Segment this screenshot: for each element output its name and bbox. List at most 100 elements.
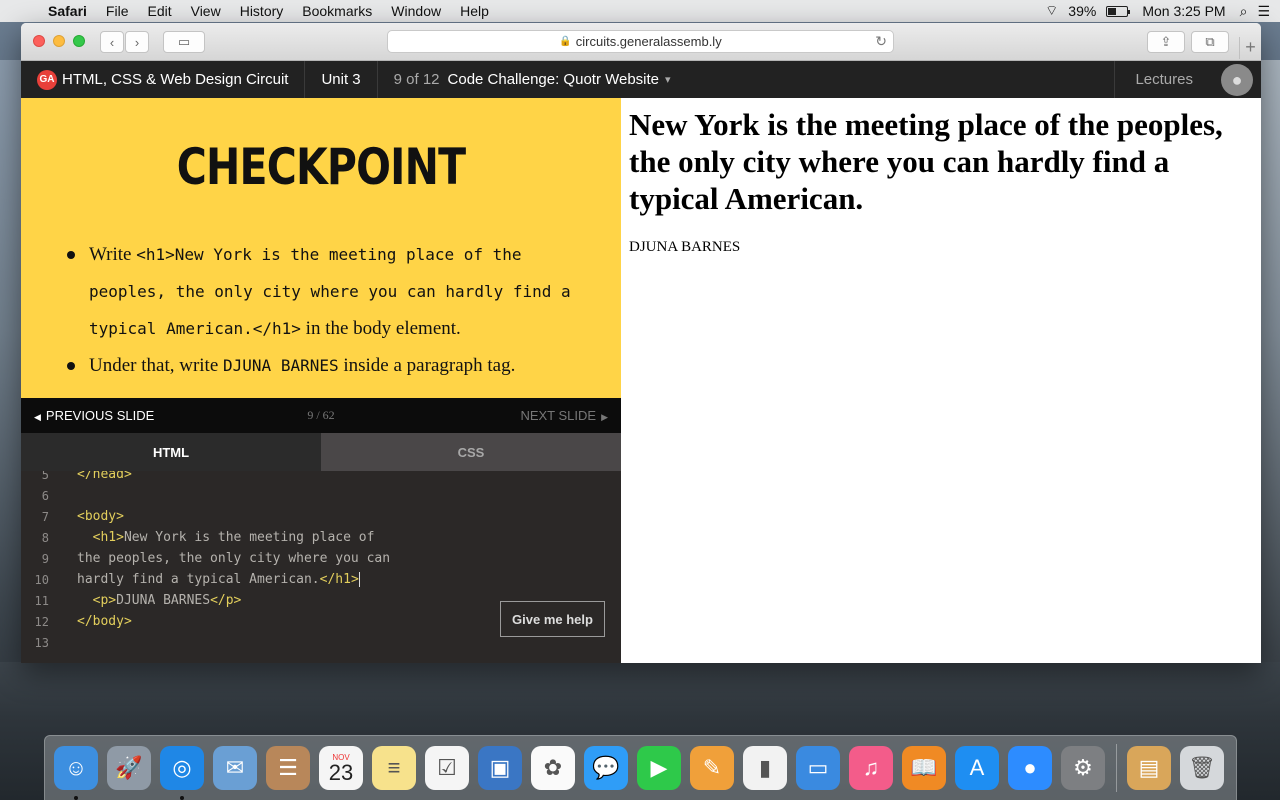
lectures-link[interactable]: Lectures	[1114, 61, 1213, 98]
running-indicator	[74, 796, 78, 800]
instruction-text: in the body element.	[300, 318, 461, 339]
finder-icon[interactable]: ☺	[54, 746, 98, 800]
photo-booth-glyph: ▣	[489, 755, 511, 780]
browser-toolbar: ‹ › ▭ 🔒 circuits.generalassemb.ly ↻ ⇪ ⧉ …	[21, 23, 1261, 61]
safari-glyph: ◎	[172, 755, 192, 780]
line-number: 9	[41, 551, 49, 566]
wifi-icon[interactable]: ⌔	[1045, 2, 1058, 20]
dock: ☺ 🚀 ◎ ✉ ☰ NOV 23 ≡ ☑ ▣ ✿ 💬 ▶ ✎ ▮ ▭ ♫ 📖 A ● ⚙ ▤ 🗑	[44, 735, 1237, 800]
next-slide-button[interactable]: NEXT SLIDE ▶	[520, 408, 613, 423]
code-editor[interactable]: 5 </head> 6 7 <body> 8 <h1>New York is the…	[21, 471, 621, 663]
menu-view[interactable]: View	[191, 3, 221, 19]
reload-icon[interactable]: ↻	[875, 33, 887, 50]
code-tag: <h1>	[77, 530, 124, 545]
chevron-down-icon: ▾	[665, 74, 671, 86]
pages-icon[interactable]: ✎	[690, 746, 734, 790]
tab-html[interactable]: HTML	[21, 433, 321, 471]
line-number: 12	[34, 614, 49, 629]
close-window-button[interactable]	[33, 35, 45, 47]
menu-bookmarks[interactable]: Bookmarks	[302, 3, 372, 19]
photos-glyph: ✿	[543, 755, 563, 780]
archive-utility-glyph: ▤	[1138, 755, 1160, 780]
reminders-glyph: ☑	[437, 755, 457, 780]
numbers-icon[interactable]: ▮	[743, 746, 787, 790]
course-title-link[interactable]: GA HTML, CSS & Web Design Circuit	[21, 61, 306, 98]
code-tag: <body>	[77, 509, 124, 524]
finder-glyph: ☺	[64, 755, 88, 780]
clock[interactable]: Mon 3:25 PM	[1142, 3, 1225, 19]
contacts-icon[interactable]: ☰	[266, 746, 310, 790]
notes-glyph: ≡	[387, 755, 401, 780]
code-line: 10 hardly find a typical American.</h1>	[21, 569, 360, 590]
notes-icon[interactable]: ≡	[372, 746, 416, 790]
facetime-icon[interactable]: ▶	[637, 746, 681, 790]
line-number: 6	[41, 488, 49, 503]
facetime-glyph: ▶	[650, 755, 668, 780]
menu-history[interactable]: History	[240, 3, 284, 19]
tabs-overview-button[interactable]: ⧉	[1191, 31, 1229, 53]
editor-tabs: HTML CSS	[21, 433, 621, 471]
address-bar[interactable]: 🔒 circuits.generalassemb.ly ↻	[387, 30, 894, 53]
photo-booth-icon[interactable]: ▣	[478, 746, 522, 790]
menu-bar: Safari File Edit View History Bookmarks …	[0, 0, 1280, 22]
instruction-text: Under that, write	[89, 355, 224, 376]
trash-icon[interactable]: 🗑	[1180, 746, 1224, 790]
zoom-icon[interactable]: ●	[1008, 746, 1052, 790]
system-preferences-icon[interactable]: ⚙	[1061, 746, 1105, 790]
give-me-help-button[interactable]: Give me help	[500, 601, 605, 637]
launchpad-glyph: 🚀	[115, 755, 143, 780]
menu-edit[interactable]: Edit	[147, 3, 171, 19]
safari-icon[interactable]: ◎	[160, 746, 204, 800]
reminders-icon[interactable]: ☑	[425, 746, 469, 790]
tab-css[interactable]: CSS	[321, 433, 621, 471]
lesson-dropdown[interactable]: 9 of 12 Code Challenge: Quotr Website ▾	[378, 61, 687, 98]
safari-window: ‹ › ▭ 🔒 circuits.generalassemb.ly ↻ ⇪ ⧉ …	[21, 23, 1261, 663]
avatar[interactable]: ●	[1221, 64, 1253, 96]
code-line: 9 the peoples, the only city where you ca…	[21, 548, 390, 569]
back-button[interactable]: ‹	[100, 31, 124, 53]
menu-window[interactable]: Window	[391, 3, 441, 19]
app-store-icon[interactable]: A	[955, 746, 999, 790]
calendar-day: 23	[328, 759, 354, 785]
mail-icon[interactable]: ✉	[213, 746, 257, 790]
launchpad-icon[interactable]: 🚀	[107, 746, 151, 790]
menu-app[interactable]: Safari	[48, 3, 87, 19]
line-number: 7	[41, 509, 49, 524]
battery-icon[interactable]	[1106, 5, 1131, 17]
minimize-window-button[interactable]	[53, 35, 65, 47]
instruction-item: Write <h1>New York is the meeting place …	[67, 236, 591, 347]
photos-icon[interactable]: ✿	[531, 746, 575, 790]
ibooks-icon[interactable]: 📖	[902, 746, 946, 790]
line-number: 5	[41, 471, 49, 482]
code-text: the peoples, the only city where you can	[77, 551, 391, 566]
code-line: 7 <body>	[21, 506, 124, 527]
keynote-icon[interactable]: ▭	[796, 746, 840, 790]
window-controls	[33, 35, 93, 47]
sidebar-button[interactable]: ▭	[163, 31, 205, 53]
desktop-right	[1260, 60, 1280, 740]
lock-icon: 🔒	[559, 36, 572, 47]
app-store-glyph: A	[969, 755, 985, 780]
trash-glyph: 🗑	[1188, 755, 1216, 780]
share-button[interactable]: ⇪	[1147, 31, 1185, 53]
archive-utility-icon[interactable]: ▤	[1127, 746, 1171, 790]
calendar-icon[interactable]: NOV 23	[319, 746, 363, 790]
code-text: hardly find a typical American.	[77, 572, 320, 587]
battery-percent: 39%	[1068, 3, 1097, 19]
messages-icon[interactable]: 💬	[584, 746, 628, 790]
forward-button[interactable]: ›	[125, 31, 149, 53]
unit-link[interactable]: Unit 3	[305, 61, 378, 98]
ga-logo-icon: GA	[37, 69, 57, 90]
spotlight-icon[interactable]: ⌕	[1240, 3, 1248, 20]
menu-help[interactable]: Help	[460, 3, 489, 19]
new-tab-button[interactable]: +	[1239, 37, 1261, 59]
zoom-window-button[interactable]	[73, 35, 85, 47]
course-nav: GA HTML, CSS & Web Design Circuit Unit 3…	[21, 61, 1261, 98]
preview-pane: New York is the meeting place of the peo…	[621, 98, 1261, 663]
itunes-icon[interactable]: ♫	[849, 746, 893, 790]
lesson-panel: CHECKPOINT Write <h1>New York is the mee…	[21, 98, 621, 663]
notification-center-icon[interactable]: ☰	[1257, 3, 1270, 20]
plus-icon: +	[1245, 37, 1256, 57]
menu-file[interactable]: File	[106, 3, 129, 19]
line-number: 8	[41, 530, 49, 545]
